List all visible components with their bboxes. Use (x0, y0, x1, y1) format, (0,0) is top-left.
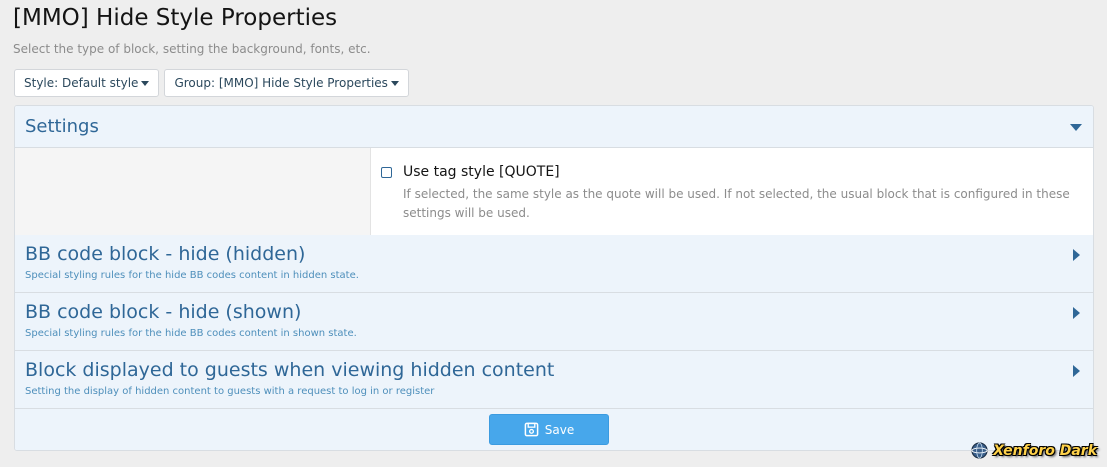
form-submit-row: Save (15, 409, 1093, 450)
settings-section-title: Settings (25, 116, 99, 137)
caret-down-icon (390, 81, 399, 86)
settings-section-header[interactable]: Settings (15, 106, 1093, 148)
use-quote-style-hint: If selected, the same style as the quote… (403, 187, 1070, 220)
setting-label-cell (15, 148, 371, 235)
caret-down-icon (141, 81, 150, 86)
shown-section-header[interactable]: BB code block - hide (shown) Special sty… (15, 293, 1093, 351)
hidden-section-header[interactable]: BB code block - hide (hidden) Special st… (15, 235, 1093, 293)
guests-section-description: Setting the display of hidden content to… (25, 386, 435, 397)
group-filter-button[interactable]: Group: [MMO] Hide Style Properties (164, 69, 409, 97)
shown-section-description: Special styling rules for the hide BB co… (25, 328, 357, 339)
filter-bar: Style: Default style Group: [MMO] Hide S… (14, 69, 409, 97)
use-quote-style-label[interactable]: Use tag style [QUOTE] (403, 164, 560, 180)
xenforo-dark-watermark: Xenforo Dark (971, 442, 1097, 459)
page-title: [MMO] Hide Style Properties (13, 5, 338, 31)
save-button[interactable]: Save (489, 414, 609, 445)
style-filter-button[interactable]: Style: Default style (14, 69, 160, 97)
style-filter-label: Style: Default style (24, 76, 139, 90)
expand-triangle-icon (1073, 365, 1080, 377)
collapse-triangle-icon (1070, 124, 1082, 131)
hidden-section-title: BB code block - hide (hidden) (25, 243, 306, 265)
save-button-label: Save (544, 422, 575, 437)
guests-section-title: Block displayed to guests when viewing h… (25, 359, 555, 381)
floppy-disk-icon (524, 422, 539, 437)
page-description: Select the type of block, setting the ba… (13, 42, 371, 56)
use-quote-style-checkbox[interactable] (381, 167, 392, 178)
hidden-section-description: Special styling rules for the hide BB co… (25, 270, 359, 281)
setting-row-quote-style: Use tag style [QUOTE] If selected, the s… (15, 148, 1093, 236)
shown-section-title: BB code block - hide (shown) (25, 301, 302, 323)
group-filter-label: Group: [MMO] Hide Style Properties (174, 76, 388, 90)
style-properties-block: Settings Use tag style [QUOTE] If select… (14, 105, 1094, 451)
expand-triangle-icon (1073, 307, 1080, 319)
globe-logo-icon (971, 442, 988, 459)
guests-section-header[interactable]: Block displayed to guests when viewing h… (15, 351, 1093, 409)
watermark-text: Xenforo Dark (993, 442, 1097, 459)
expand-triangle-icon (1073, 249, 1080, 261)
